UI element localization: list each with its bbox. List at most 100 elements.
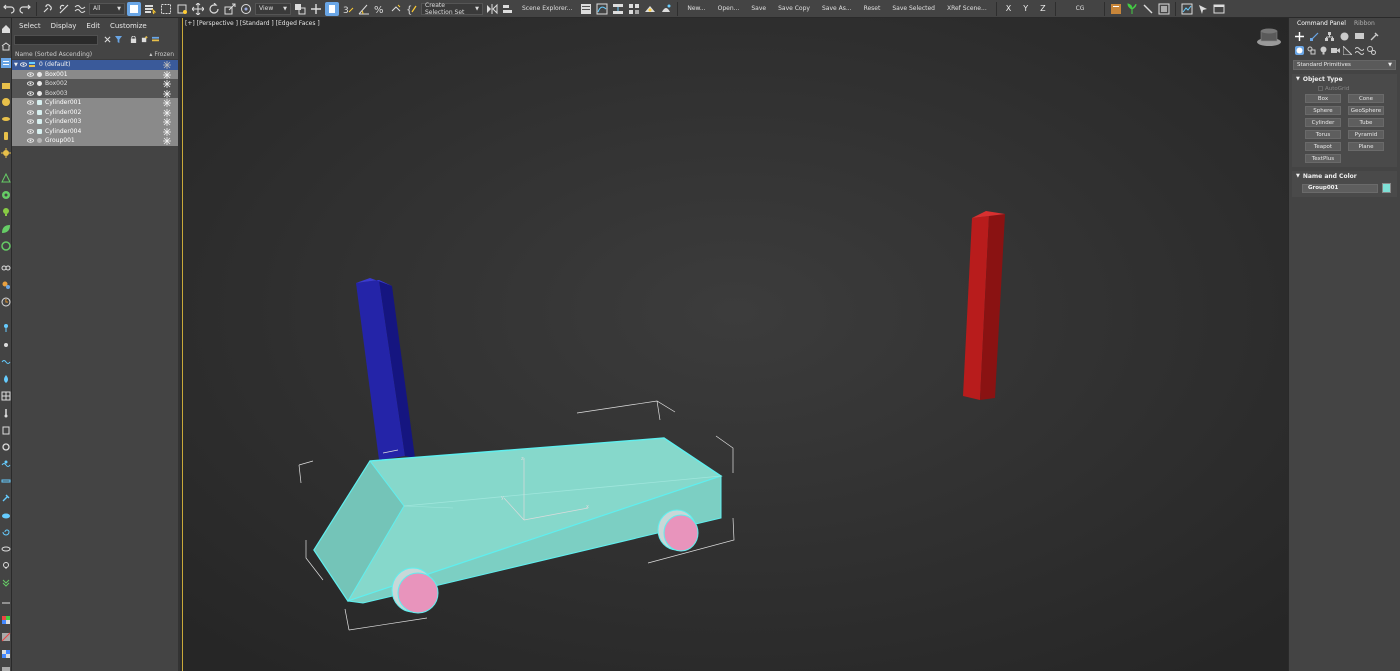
tree-row[interactable]: Box002	[12, 79, 178, 89]
viewport-scene[interactable]: z x y	[183, 18, 1288, 671]
primitive-button-textplus[interactable]: TextPlus	[1305, 154, 1341, 163]
primitive-button-tube[interactable]: Tube	[1348, 118, 1384, 127]
wave-icon[interactable]	[1, 357, 11, 367]
select-manipulate-icon[interactable]	[309, 2, 323, 16]
image-icon[interactable]	[1180, 2, 1194, 16]
checker-icon[interactable]	[1, 649, 11, 659]
house-icon[interactable]	[1, 41, 11, 51]
expand-triangle-icon[interactable]: ▼	[14, 62, 18, 68]
object-type-rollout-header[interactable]: ▼ Object Type	[1292, 74, 1397, 84]
motion-tab-icon[interactable]	[1340, 32, 1349, 41]
systems-icon[interactable]	[1367, 46, 1376, 55]
visibility-eye-icon[interactable]	[27, 119, 34, 124]
sphere-icon[interactable]	[1, 97, 11, 107]
toggle-layer-explorer-icon[interactable]	[579, 2, 593, 16]
light-bulb-icon[interactable]	[1, 561, 11, 571]
frozen-column-header[interactable]: ▴ Frozen	[149, 51, 174, 58]
snaps-toggle-icon[interactable]: 3	[341, 2, 355, 16]
primitive-button-cylinder[interactable]: Cylinder	[1305, 118, 1341, 127]
home-icon[interactable]	[1, 24, 11, 34]
add-layer-icon[interactable]	[141, 35, 148, 45]
visibility-eye-icon[interactable]	[27, 138, 34, 143]
freeze-icon[interactable]	[163, 61, 171, 69]
filter-icon[interactable]	[115, 35, 122, 45]
save-as-button[interactable]: Save As...	[817, 5, 857, 12]
chain-icon[interactable]	[1, 263, 11, 273]
select-object-icon[interactable]	[127, 1, 141, 16]
ruler-icon[interactable]	[1, 476, 11, 486]
dot-icon[interactable]	[1, 340, 11, 350]
cloud-icon[interactable]	[1, 510, 11, 520]
tree-row[interactable]: Group001	[12, 136, 178, 146]
tree-row[interactable]: Box001	[12, 69, 178, 79]
freeze-icon[interactable]	[163, 127, 171, 136]
create-tab-icon[interactable]	[1295, 32, 1304, 41]
keyboard-shortcut-override-icon[interactable]	[325, 1, 339, 16]
select-by-name-icon[interactable]	[143, 2, 157, 16]
script-icon[interactable]	[1109, 2, 1123, 16]
clock-icon[interactable]	[1, 297, 11, 307]
cameras-icon[interactable]	[1331, 46, 1340, 55]
layer-stack-icon[interactable]	[152, 36, 159, 45]
tree-row[interactable]: Cylinder004	[12, 126, 178, 136]
object-name-field[interactable]: Group001	[1302, 183, 1378, 193]
water-icon[interactable]	[1, 459, 11, 469]
save-selected-button[interactable]: Save Selected	[887, 5, 940, 12]
flower-icon[interactable]	[1, 190, 11, 200]
primitive-button-pyramid[interactable]: Pyramid	[1348, 130, 1384, 139]
edit-named-selection-icon[interactable]: {	[405, 2, 419, 16]
name-and-color-rollout-header[interactable]: ▼ Name and Color	[1292, 171, 1397, 181]
move-icon[interactable]	[191, 2, 205, 16]
object-category-dropdown[interactable]: Standard Primitives ▼	[1293, 60, 1396, 70]
shapes-icon[interactable]	[1307, 46, 1316, 55]
window-crossing-icon[interactable]	[175, 2, 189, 16]
lights-icon[interactable]	[1319, 46, 1328, 55]
freeze-icon[interactable]	[163, 70, 171, 79]
selection-filter-dropdown[interactable]: All ▼	[89, 2, 125, 15]
drop-icon[interactable]	[1, 374, 11, 384]
rectangular-selection-icon[interactable]	[159, 2, 173, 16]
pin-icon[interactable]	[1, 323, 11, 333]
freeze-icon[interactable]	[163, 80, 171, 88]
render-production-icon[interactable]	[659, 2, 673, 16]
reference-coordinate-dropdown[interactable]: View ▼	[255, 2, 291, 15]
axis-y-button[interactable]: Y	[1018, 4, 1033, 13]
utilities-tab-icon[interactable]	[1370, 32, 1379, 41]
layer-row-default[interactable]: ▼ 0 (default)	[12, 60, 178, 70]
palette-icon[interactable]	[1, 615, 11, 625]
tree-row[interactable]: Cylinder003	[12, 117, 178, 127]
plant-icon[interactable]	[1125, 2, 1139, 16]
scene-explorer-button[interactable]: Scene Explorer...	[517, 5, 577, 12]
axis-x-button[interactable]: X	[1001, 4, 1016, 13]
menu-customize[interactable]: Customize	[110, 22, 147, 30]
menu-edit[interactable]: Edit	[86, 22, 100, 30]
list-icon[interactable]	[1, 666, 11, 671]
primitive-button-box[interactable]: Box	[1305, 94, 1341, 103]
tree-row[interactable]: Cylinder002	[12, 107, 178, 117]
align-icon[interactable]	[501, 2, 515, 16]
light-icon[interactable]	[1, 114, 11, 124]
grid-icon[interactable]	[1, 391, 11, 401]
spiral-icon[interactable]	[1, 527, 11, 537]
primitive-button-sphere[interactable]: Sphere	[1305, 106, 1341, 115]
menu-display[interactable]: Display	[51, 22, 77, 30]
tree-row[interactable]: Cylinder001	[12, 98, 178, 108]
mirror-icon[interactable]	[485, 2, 499, 16]
object-color-swatch[interactable]	[1382, 183, 1391, 193]
schematic-view-icon[interactable]	[611, 2, 625, 16]
tree-row[interactable]: Box003	[12, 88, 178, 98]
cursor-icon[interactable]	[1196, 2, 1210, 16]
recycle-icon[interactable]	[1, 241, 11, 251]
axis-z-button[interactable]: Z	[1035, 4, 1050, 13]
freeze-icon[interactable]	[163, 99, 171, 107]
window-icon[interactable]	[1212, 2, 1226, 16]
tab-command-panel[interactable]: Command Panel	[1297, 20, 1346, 27]
hammer-icon[interactable]	[1, 493, 11, 503]
freeze-icon[interactable]	[163, 108, 171, 117]
bind-spacewarp-icon[interactable]	[73, 2, 87, 16]
autogrid-check-box[interactable]	[1318, 86, 1323, 91]
eye-toggle-icon[interactable]	[1, 544, 11, 554]
texture-icon[interactable]	[1, 632, 11, 642]
save-copy-button[interactable]: Save Copy	[773, 5, 815, 12]
hierarchy-tab-icon[interactable]	[1325, 32, 1334, 41]
